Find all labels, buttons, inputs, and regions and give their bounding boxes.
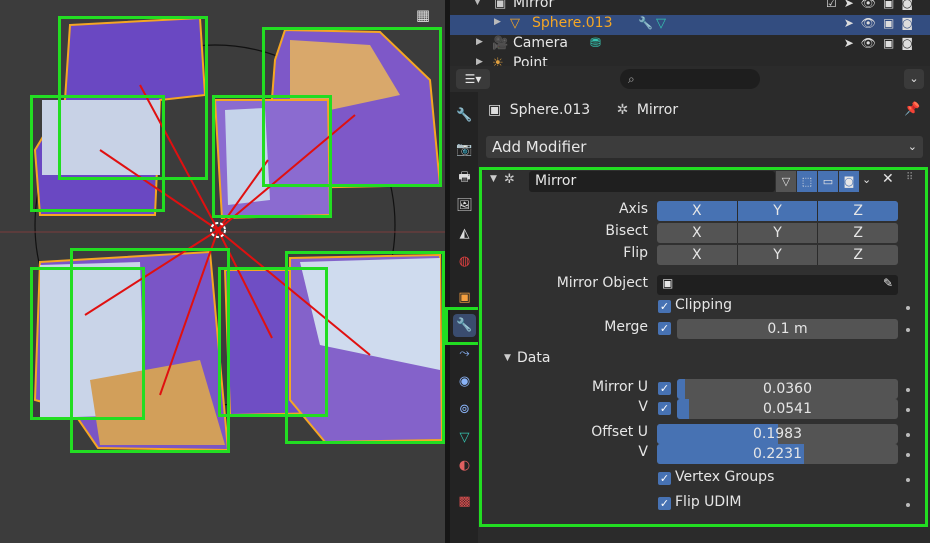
outliner: ▼ ▣ Mirror ☑➤👁▣◙ ▶ ▽ Sphere.013 🔧 ▽ ➤👁▣◙… (450, 0, 930, 66)
outliner-row-mirror[interactable]: ▼ ▣ Mirror ☑➤👁▣◙ (450, 0, 930, 15)
selection-box (212, 95, 332, 218)
camera-data-icon: ⛃ (590, 36, 601, 51)
add-modifier-label: Add Modifier (492, 138, 587, 156)
collapse-arrow-icon[interactable]: ▼ (474, 0, 481, 7)
constraints-tab-icon[interactable]: ⊚ (453, 398, 476, 421)
mesh-icon: ▽ (510, 16, 520, 31)
outliner-row-point[interactable]: ▶ ☀ Point (450, 55, 930, 66)
expand-arrow-icon[interactable]: ▶ (494, 17, 501, 27)
modifier-icon: ✲ (616, 102, 629, 118)
visibility-toggles[interactable]: ☑➤👁▣◙ (826, 0, 920, 10)
selection-box (30, 267, 145, 420)
outliner-row-sphere[interactable]: ▶ ▽ Sphere.013 🔧 ▽ ➤👁▣◙ (450, 15, 930, 35)
data-tab-icon[interactable]: ▽ (453, 426, 476, 449)
object-tab-icon[interactable]: ▣ (453, 286, 476, 309)
grid-view-icon[interactable]: ▦ (410, 6, 436, 28)
pin-icon[interactable]: 📌 (904, 102, 920, 117)
tool-tab-icon[interactable]: 🔧 (453, 104, 476, 127)
search-input[interactable]: ⌕ (620, 69, 760, 89)
add-modifier-dropdown[interactable]: Add Modifier ⌄ (486, 136, 923, 158)
expand-arrow-icon[interactable]: ▶ (476, 37, 483, 47)
object-icon: ▣ (494, 0, 507, 11)
vertex-group-icon: ▽ (656, 16, 666, 31)
search-icon: ⌕ (628, 72, 635, 86)
camera-icon: 🎥 (492, 36, 509, 51)
visibility-toggles[interactable]: ➤👁▣◙ (844, 16, 920, 30)
mesh-object-icon: ▣ (488, 102, 502, 118)
outliner-item-label: Point (513, 55, 548, 66)
light-icon: ☀ (492, 56, 504, 66)
view-layer-tab-icon[interactable]: 🖼 (453, 194, 476, 217)
material-tab-icon[interactable]: ◐ (453, 454, 476, 477)
outliner-row-camera[interactable]: ▶ 🎥 Camera ⛃ ➤👁▣◙ (450, 35, 930, 55)
physics-tab-icon[interactable]: ◉ (453, 370, 476, 393)
breadcrumb-object: Sphere.013 (509, 102, 591, 118)
breadcrumb: ▣ Sphere.013 ✲ Mirror (488, 102, 678, 118)
options-dropdown[interactable]: ⌄ (904, 69, 924, 89)
3d-viewport[interactable]: ▦ (0, 0, 445, 543)
editor-type-dropdown[interactable]: ☰▾ (456, 69, 490, 89)
outliner-item-label: Mirror (513, 0, 555, 11)
breadcrumb-modifier: Mirror (636, 102, 679, 118)
particles-tab-icon[interactable]: ⤳ (453, 342, 476, 365)
selection-box (30, 95, 165, 212)
visibility-toggles[interactable]: ➤👁▣◙ (844, 36, 920, 50)
outliner-item-label: Camera (513, 35, 568, 51)
chevron-down-icon: ⌄ (907, 140, 917, 153)
output-tab-icon[interactable]: 🖶 (453, 166, 476, 189)
world-tab-icon[interactable]: ◍ (453, 250, 476, 273)
wrench-icon: 🔧 (638, 16, 653, 30)
render-tab-icon[interactable]: 📷 (453, 138, 476, 161)
expand-arrow-icon[interactable]: ▶ (476, 57, 483, 66)
highlight-box (479, 167, 928, 527)
texture-tab-icon[interactable]: ▩ (453, 490, 476, 513)
selection-box (285, 251, 445, 444)
outliner-item-label: Sphere.013 (532, 15, 613, 31)
properties-header: ☰▾ ⌕ ⌄ (450, 66, 930, 92)
scene-tab-icon[interactable]: ◭ (453, 222, 476, 245)
